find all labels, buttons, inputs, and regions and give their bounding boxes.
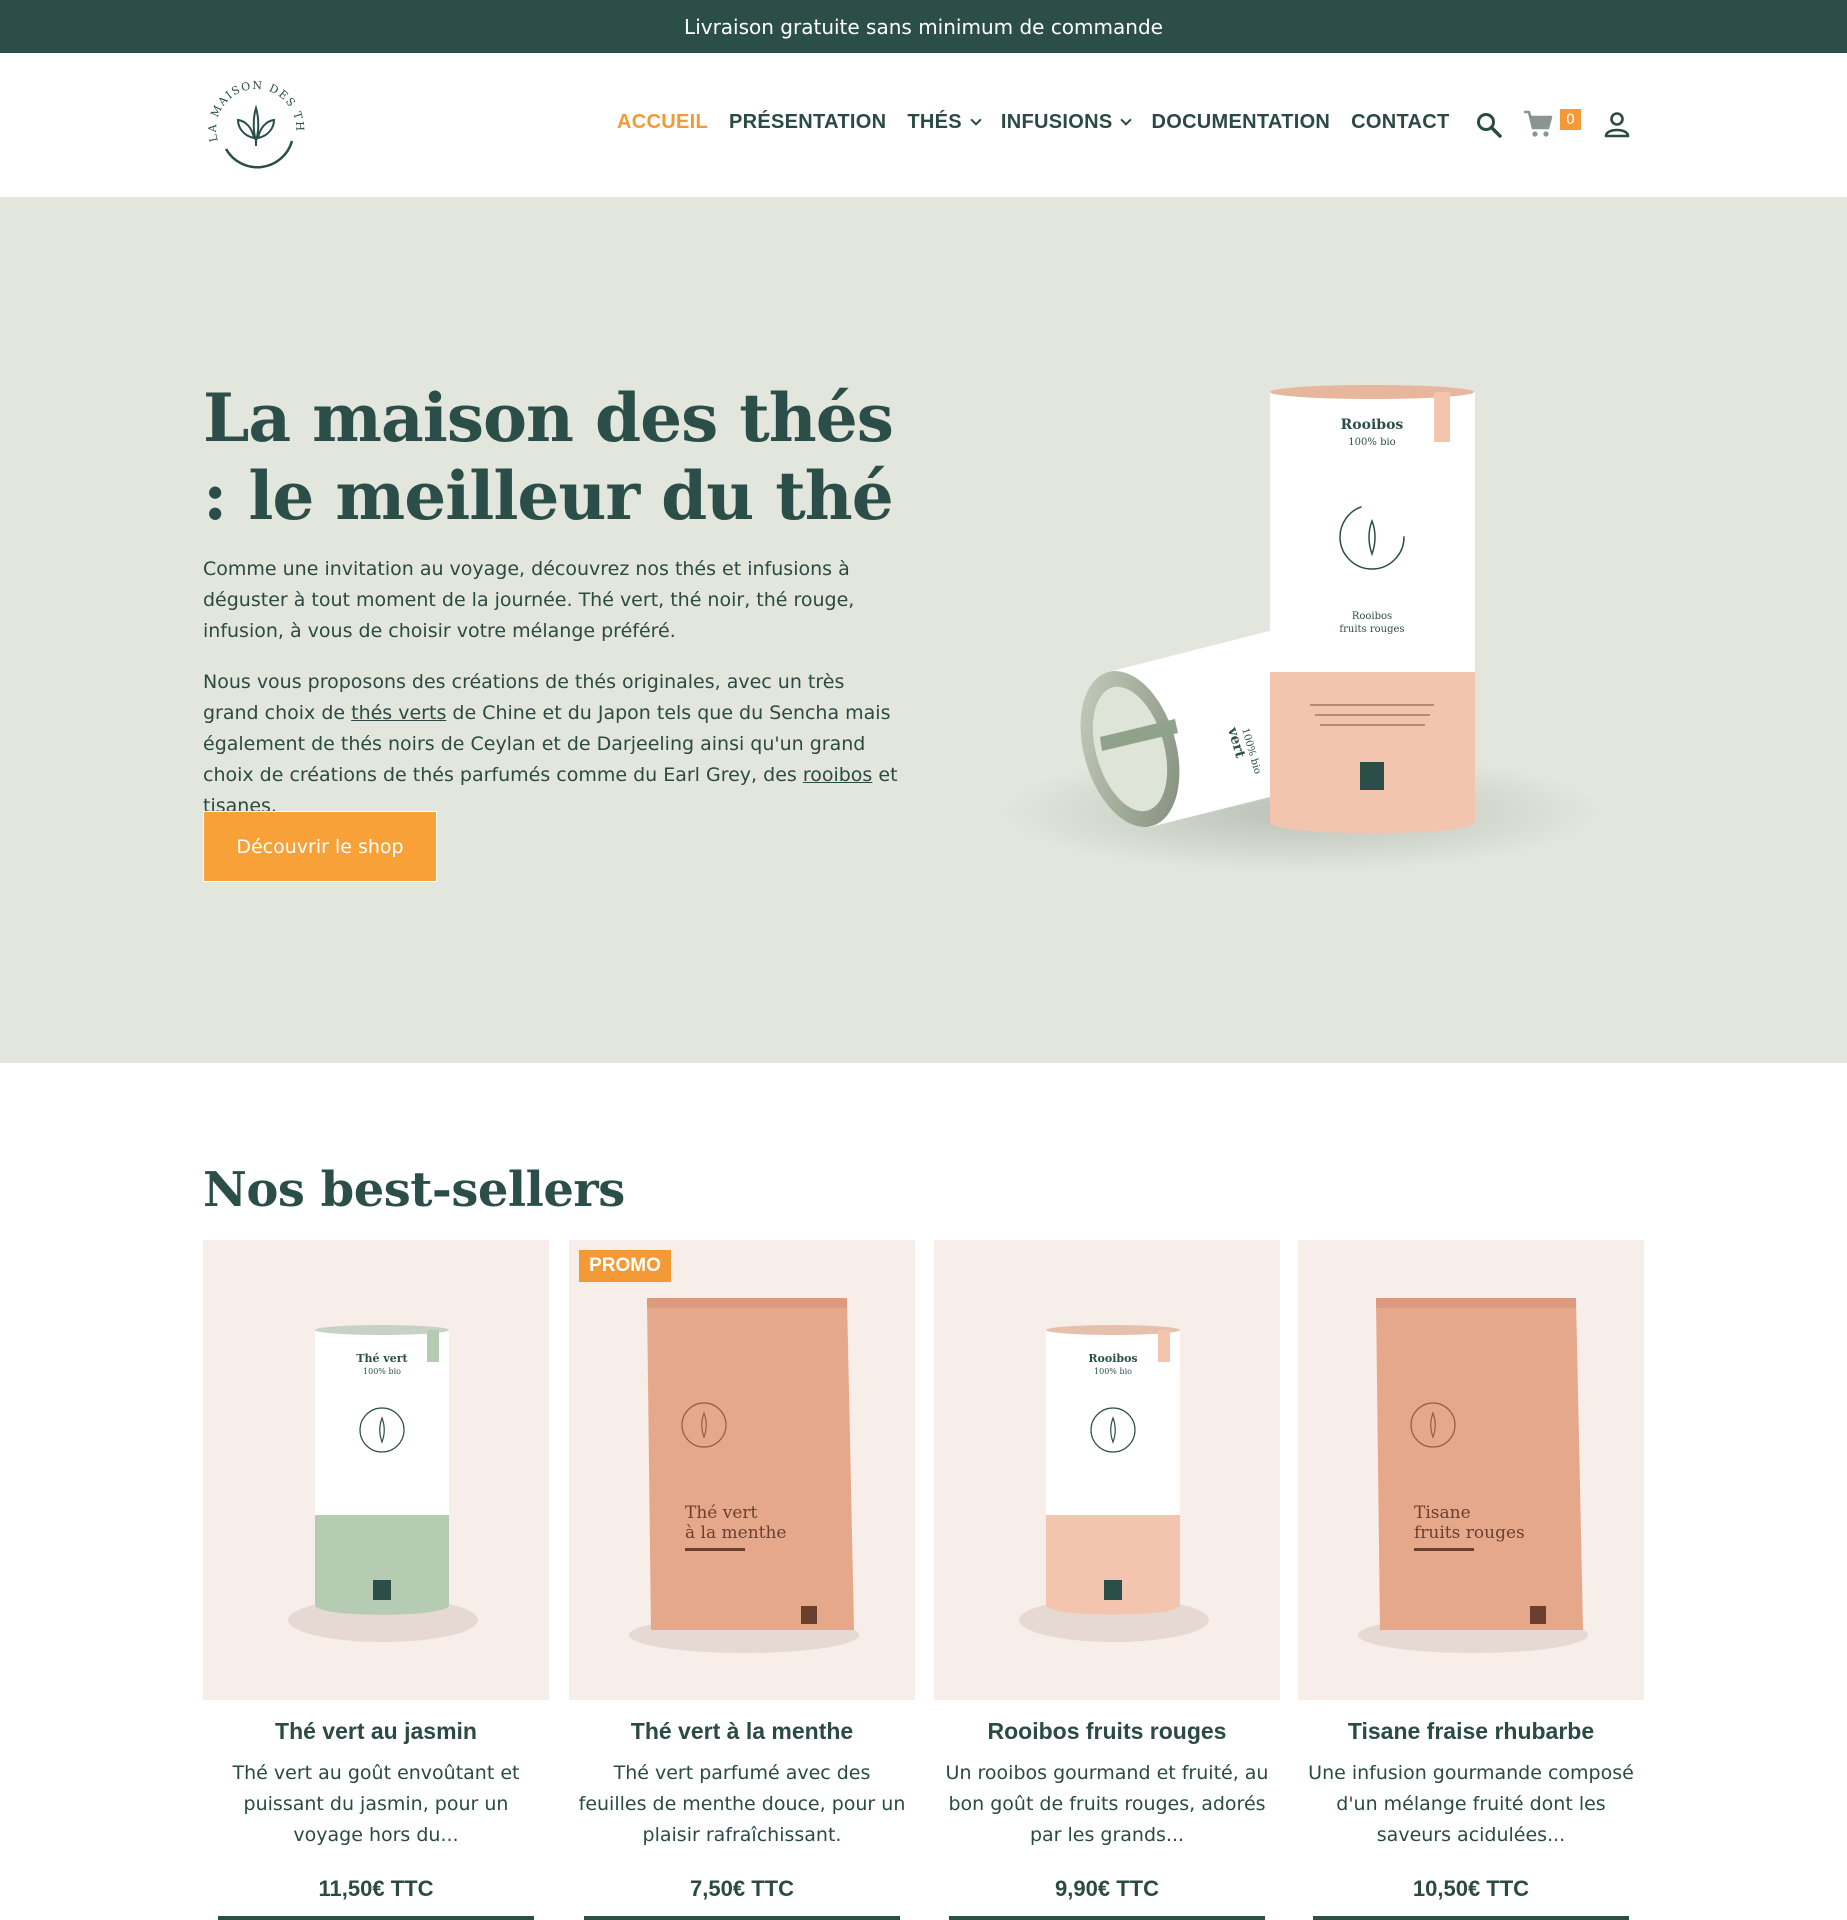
product-card[interactable]: Thé vert 100% bio Thé vert au jasmin Thé…: [203, 1240, 549, 1920]
svg-text:100% bio: 100% bio: [363, 1367, 401, 1376]
svg-text:Tisane: Tisane: [1414, 1503, 1471, 1523]
product-price: 9,90€ TTC: [1055, 1876, 1159, 1901]
bestsellers-title: Nos best-sellers: [203, 1162, 625, 1218]
product-card[interactable]: Rooibos 100% bio Rooibos fruits rouges U…: [934, 1240, 1280, 1920]
product-price: 11,50€ TTC: [318, 1876, 434, 1901]
discover-shop-button[interactable]: Découvrir le shop: [203, 811, 437, 882]
product-image[interactable]: Thé vert à la menthe: [569, 1240, 915, 1700]
nav-item-label: PRÉSENTATION: [729, 111, 887, 133]
rooibos-link[interactable]: rooibos: [803, 764, 873, 786]
nav-item-label: DOCUMENTATION: [1151, 111, 1331, 133]
main-nav: ACCUEIL PRÉSENTATION THÉS INFUSIONS DOCU…: [617, 111, 1471, 134]
nav-item-documentation[interactable]: DOCUMENTATION: [1151, 111, 1330, 134]
product-description: Un rooibos gourmand et fruité, au bon go…: [945, 1762, 1269, 1846]
svg-text:Thé vert: Thé vert: [685, 1503, 758, 1523]
svg-text:Rooibos: Rooibos: [1088, 1352, 1137, 1365]
svg-text:à la menthe: à la menthe: [685, 1523, 787, 1543]
promo-badge: PROMO: [579, 1250, 671, 1282]
chevron-down-icon: [970, 114, 982, 126]
nav-item-label: ACCUEIL: [617, 111, 708, 133]
product-description: Thé vert au goût envoûtant et puissant d…: [232, 1762, 520, 1846]
product-name[interactable]: Thé vert à la menthe: [569, 1718, 915, 1745]
product-description: Thé vert parfumé avec des feuilles de me…: [578, 1762, 906, 1846]
hero-title: La maison des thés : le meilleur du thé: [203, 379, 894, 535]
svg-text:fruits rouges: fruits rouges: [1339, 624, 1404, 635]
nav-item-presentation[interactable]: PRÉSENTATION: [729, 111, 886, 134]
hero-paragraph: Comme une invitation au voyage, découvre…: [203, 558, 855, 642]
product-name[interactable]: Rooibos fruits rouges: [934, 1718, 1280, 1745]
site-header: LA MAISON DES THÉS ACCUEIL PRÉSENTATION …: [0, 53, 1847, 197]
cart-icon[interactable]: [1523, 109, 1555, 139]
announcement-text: Livraison gratuite sans minimum de comma…: [684, 14, 1163, 39]
hero-section: La maison des thés : le meilleur du thé …: [0, 197, 1847, 1063]
product-card[interactable]: Thé vert à la menthe PROMO Thé vert à la…: [569, 1240, 915, 1920]
svg-text:Thé vert: Thé vert: [356, 1352, 408, 1365]
svg-text:Rooibos: Rooibos: [1352, 611, 1392, 622]
product-image[interactable]: Tisane fruits rouges: [1298, 1240, 1644, 1700]
hero-text: et: [872, 764, 898, 786]
logo[interactable]: LA MAISON DES THÉS: [200, 71, 312, 179]
product-card[interactable]: Tisane fruits rouges Tisane fraise rhuba…: [1298, 1240, 1644, 1920]
user-icon[interactable]: [1604, 111, 1630, 139]
product-description: Une infusion gourmande composé d'un méla…: [1308, 1762, 1634, 1846]
product-image[interactable]: Thé vert 100% bio: [203, 1240, 549, 1700]
product-price: 10,50€ TTC: [1412, 1876, 1530, 1901]
cart-count-badge: 0: [1560, 109, 1581, 130]
add-to-cart-button[interactable]: [949, 1916, 1265, 1920]
product-name[interactable]: Tisane fraise rhubarbe: [1298, 1718, 1644, 1745]
add-to-cart-button[interactable]: [584, 1916, 900, 1920]
nav-item-contact[interactable]: CONTACT: [1351, 111, 1449, 134]
standing-tin: Rooibos 100% bio Rooibos fruits rouges: [1270, 385, 1475, 834]
thes-verts-link[interactable]: thés verts: [351, 702, 446, 724]
nav-item-infusions[interactable]: INFUSIONS: [1000, 111, 1133, 134]
svg-text:Rooibos: Rooibos: [1341, 417, 1404, 433]
add-to-cart-button[interactable]: [218, 1916, 534, 1920]
chevron-down-icon: [1120, 114, 1133, 126]
product-name[interactable]: Thé vert au jasmin: [203, 1718, 549, 1745]
add-to-cart-button[interactable]: [1313, 1916, 1629, 1920]
product-image[interactable]: Rooibos 100% bio: [934, 1240, 1280, 1700]
svg-text:100% bio: 100% bio: [1348, 437, 1395, 448]
svg-text:fruits rouges: fruits rouges: [1414, 1523, 1525, 1543]
hero-product-image: vert 100% bio Rooibos 100% bio Rooibos f…: [1000, 385, 1600, 872]
svg-text:100% bio: 100% bio: [1094, 1367, 1132, 1376]
product-price: 7,50€ TTC: [690, 1876, 794, 1901]
nav-item-thes[interactable]: THÉS: [907, 111, 982, 134]
announcement-bar: Livraison gratuite sans minimum de comma…: [0, 0, 1847, 53]
search-icon[interactable]: [1475, 111, 1503, 139]
nav-item-label: CONTACT: [1351, 111, 1450, 133]
nav-item-label: THÉS: [907, 111, 962, 133]
nav-item-label: INFUSIONS: [1000, 111, 1113, 133]
nav-item-accueil[interactable]: ACCUEIL: [617, 111, 708, 134]
hero-paragraph: Nous vous proposons des créations de thé…: [203, 667, 903, 822]
